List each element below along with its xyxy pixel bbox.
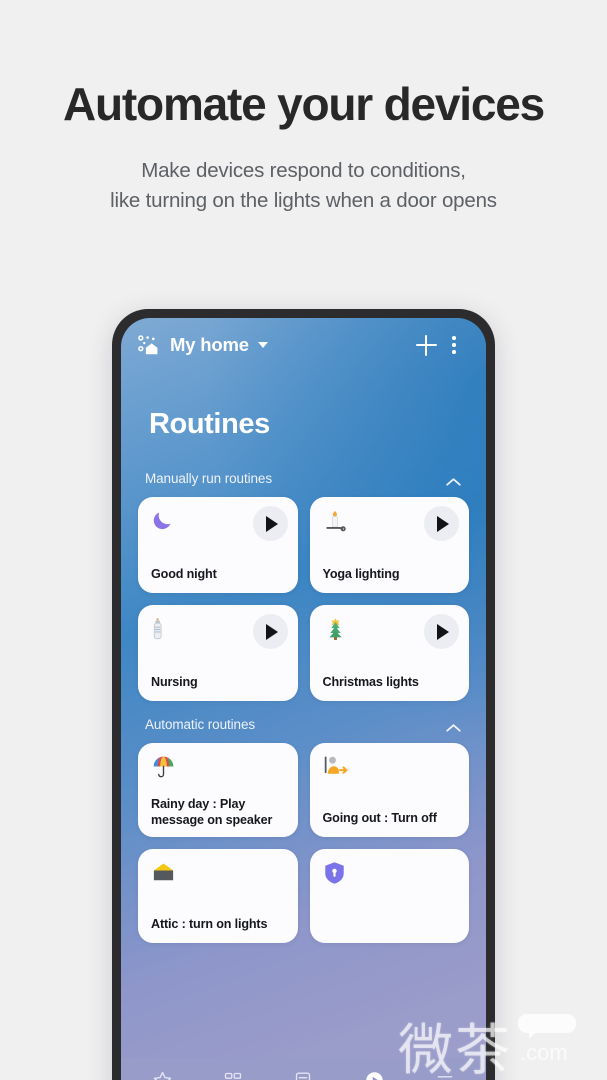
play-icon	[265, 623, 278, 640]
list-card-icon	[293, 1070, 313, 1080]
routine-card-label: Christmas lights	[322, 674, 419, 689]
home-name-label[interactable]: My home	[170, 334, 249, 356]
play-button[interactable]	[424, 506, 459, 541]
umbrella-icon	[151, 755, 285, 779]
watermark-brand-bubble: WXCHA	[518, 1014, 576, 1039]
routine-card[interactable]: Attic : turn on lights	[138, 849, 298, 943]
person-leaving-icon	[323, 755, 457, 779]
promo-subtitle-line-1: Make devices respond to conditions,	[141, 159, 466, 183]
nav-item-routines[interactable]: Routines	[339, 1070, 410, 1080]
attic-house-icon	[151, 861, 285, 885]
play-button[interactable]	[252, 506, 288, 541]
chevron-down-icon[interactable]	[257, 342, 268, 348]
more-options-button[interactable]	[440, 331, 468, 359]
section-header-automatic[interactable]: Automatic routines	[138, 717, 469, 732]
routine-card[interactable]: Good night	[138, 497, 298, 593]
routine-card[interactable]: Rainy day : Play message on speaker	[138, 743, 298, 837]
section-title-automatic: Automatic routines	[145, 717, 256, 732]
shield-lock-icon	[323, 861, 457, 885]
phone-mockup: My home Routines Manually run routines G…	[112, 309, 495, 1080]
promo-subtitle-line-2: like turning on the lights when a door o…	[110, 188, 497, 212]
nav-item-favorites[interactable]: Favorites	[127, 1070, 198, 1080]
chevron-up-icon[interactable]	[445, 720, 462, 732]
routines-content: Manually run routines Good night Yoga li…	[121, 441, 486, 943]
routine-card-label: Good night	[151, 566, 217, 581]
chevron-up-icon[interactable]	[445, 474, 462, 486]
screen-title: Routines	[149, 408, 270, 440]
section-title-manual: Manually run routines	[145, 471, 272, 486]
watermark-brand-text: WXCHA	[526, 1017, 568, 1029]
kebab-menu-icon	[452, 336, 456, 354]
grid-icon	[223, 1070, 243, 1080]
routine-card-label: Yoga lighting	[322, 566, 400, 581]
routine-card[interactable]: Christmas lights	[309, 605, 469, 701]
promo-header: Automate your devices Make devices respo…	[0, 0, 607, 215]
routine-card[interactable]: Nursing	[138, 605, 298, 701]
play-icon	[437, 515, 449, 532]
nav-item-menu[interactable]: Menu	[409, 1070, 480, 1080]
play-button[interactable]	[424, 614, 459, 649]
routine-card-label: Rainy day : Play message on speaker	[151, 796, 273, 827]
plus-icon	[415, 334, 437, 356]
play-icon	[265, 515, 278, 532]
section-header-manual[interactable]: Manually run routines	[138, 471, 469, 486]
automatic-routines-grid: Rainy day : Play message on speaker Goin…	[138, 743, 469, 943]
routine-card-label: Going out : Turn off	[322, 810, 437, 825]
nav-item-devices[interactable]: Devices	[198, 1070, 269, 1080]
routine-card[interactable]	[309, 849, 469, 943]
page-title: Automate your devices	[63, 78, 545, 130]
app-bar: My home	[121, 318, 486, 372]
menu-icon	[435, 1070, 455, 1080]
routine-card[interactable]: Yoga lighting	[309, 497, 469, 593]
routine-card-label: Attic : turn on lights	[151, 916, 268, 931]
nav-item-life[interactable]: Life	[268, 1070, 339, 1080]
watermark-domain: .com	[520, 1040, 568, 1065]
bottom-navigation: Favorites Devices	[121, 1058, 486, 1080]
play-circle-icon	[364, 1070, 385, 1080]
play-icon	[437, 623, 449, 640]
routine-card[interactable]: Going out : Turn off	[309, 743, 469, 837]
star-icon	[152, 1070, 173, 1080]
routine-card-label: Nursing	[151, 674, 198, 689]
play-button[interactable]	[252, 614, 288, 649]
manual-routines-grid: Good night Yoga lighting Nursing Christm…	[138, 497, 469, 701]
add-button[interactable]	[412, 331, 440, 359]
home-dots-icon	[138, 334, 159, 356]
phone-screen: My home Routines Manually run routines G…	[121, 318, 486, 1080]
promo-screenshot: Automate your devices Make devices respo…	[0, 0, 607, 1080]
promo-subtitle: Make devices respond to conditions, like…	[0, 156, 607, 214]
